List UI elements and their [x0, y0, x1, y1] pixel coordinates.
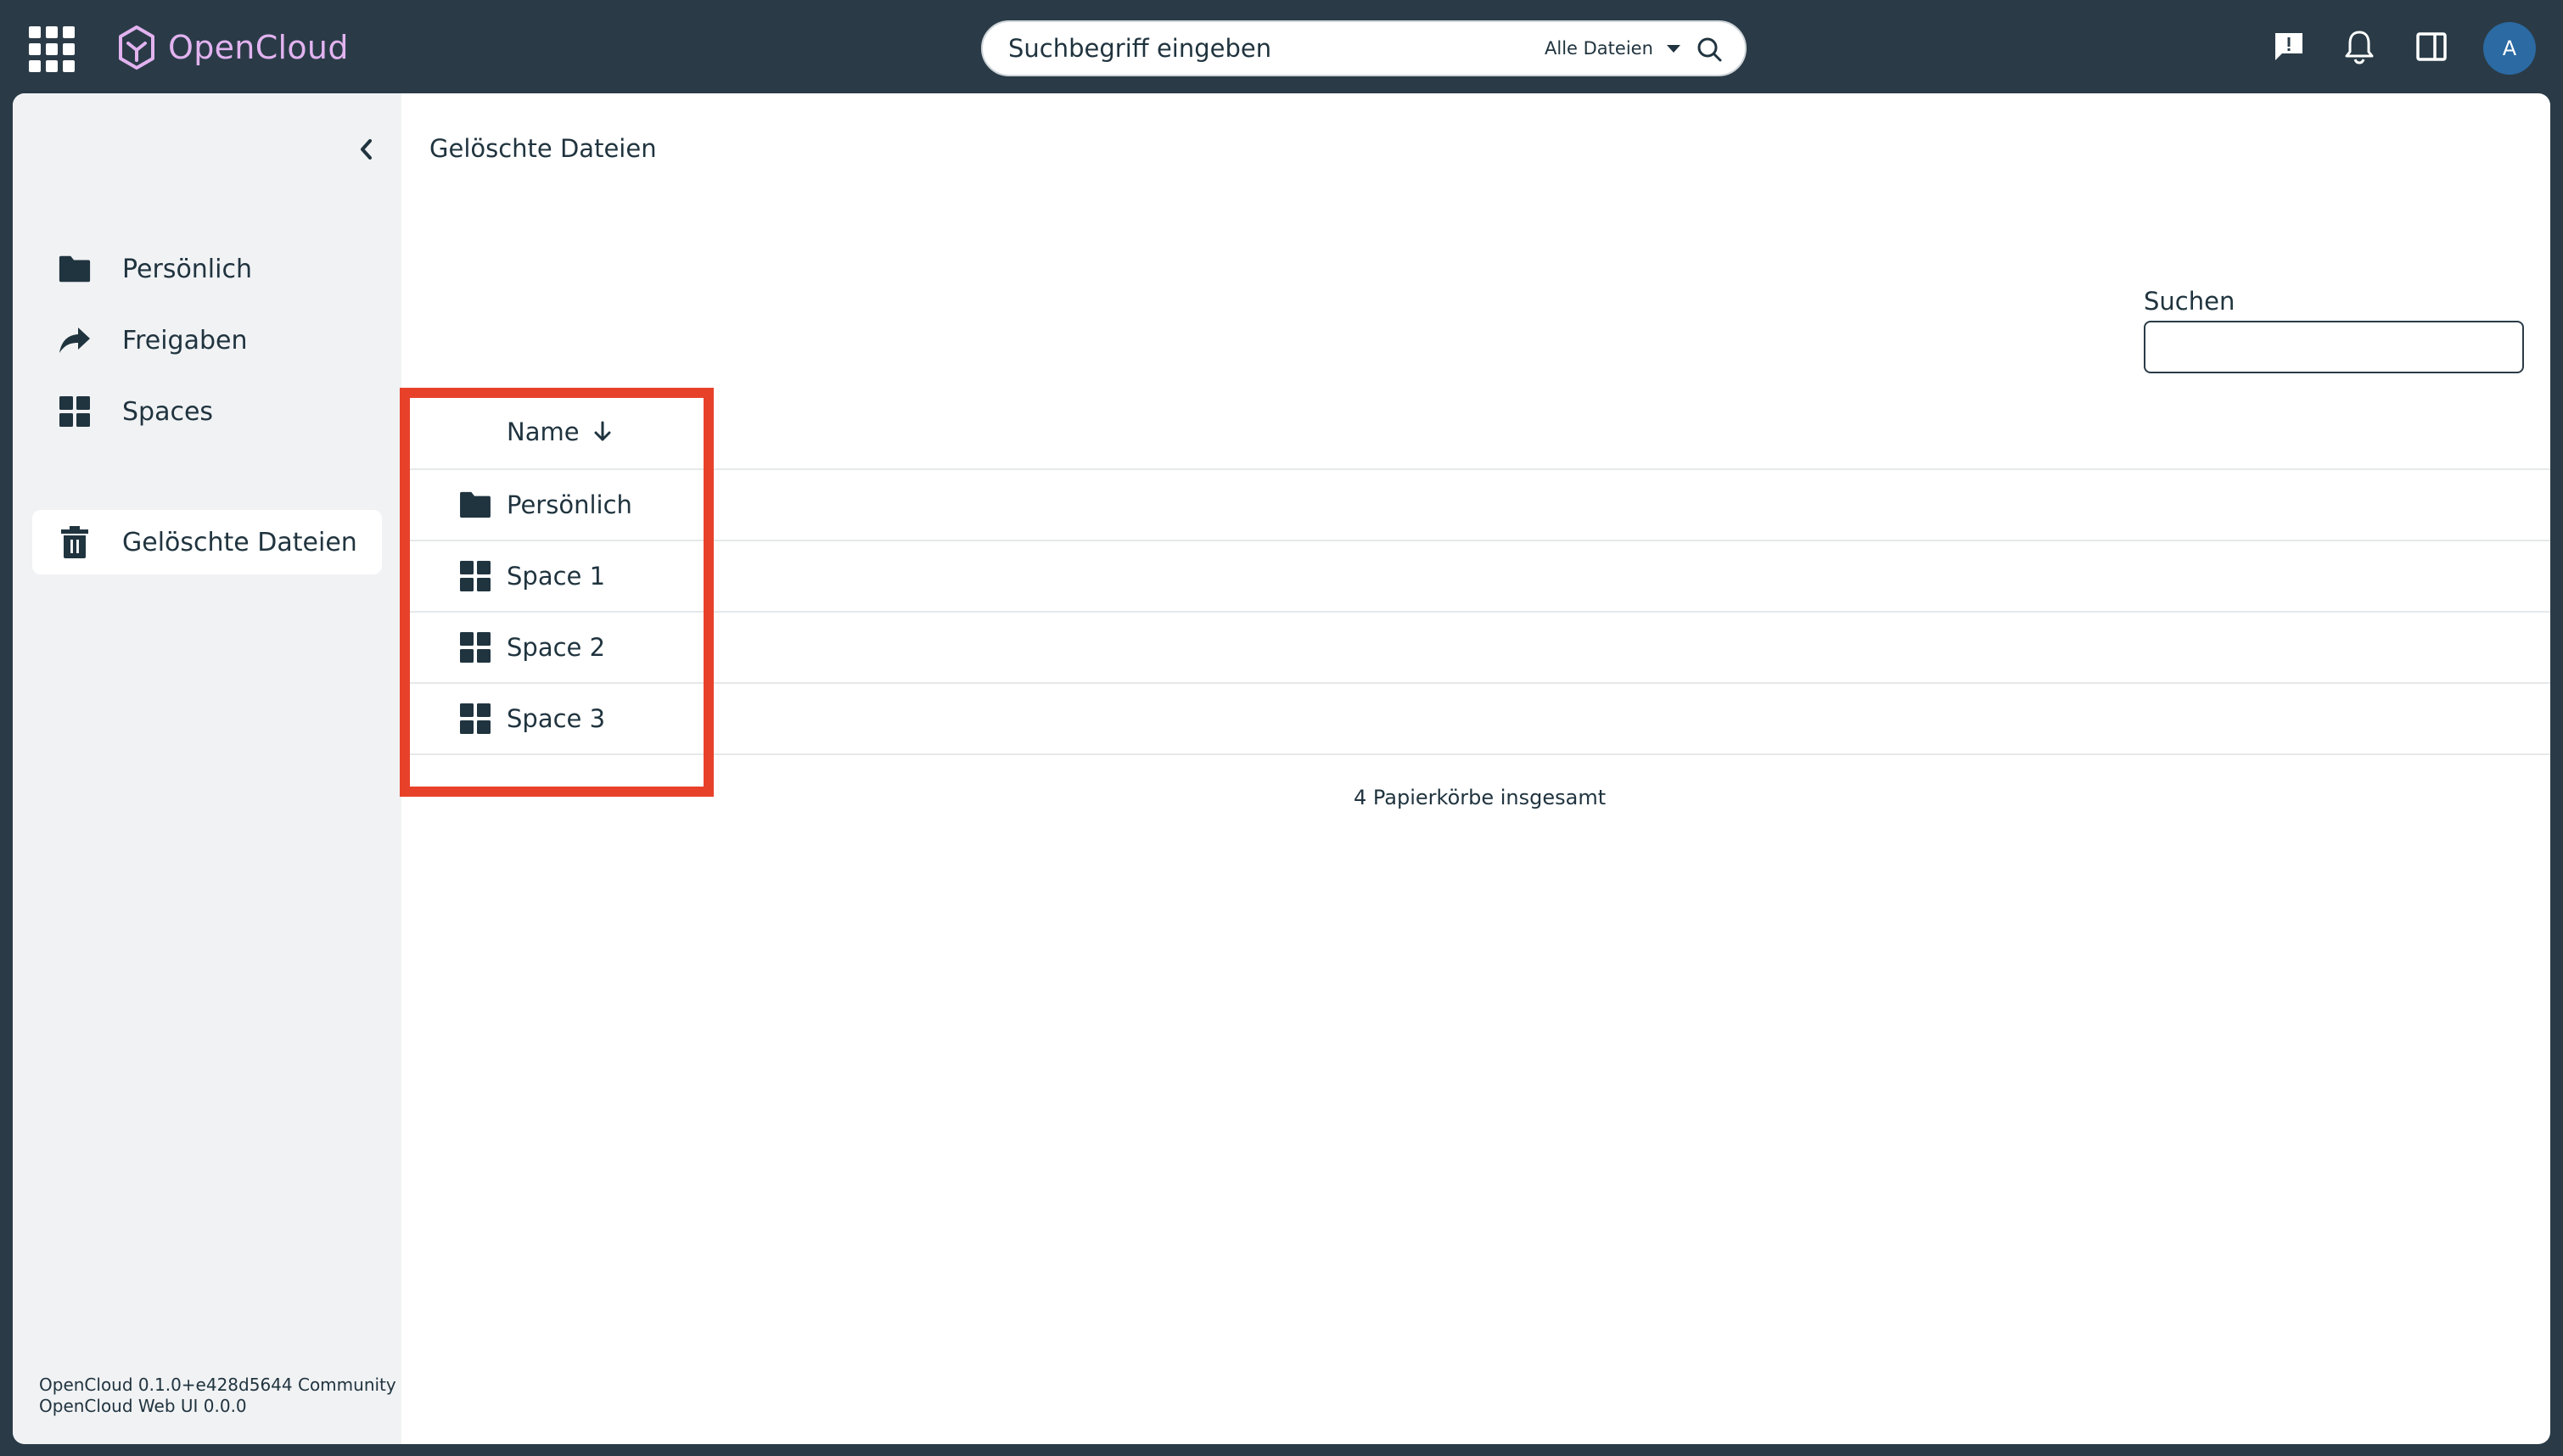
sidebar-toggle-icon[interactable] — [2412, 27, 2451, 66]
collapse-sidebar-button[interactable] — [351, 134, 381, 165]
version-line: OpenCloud Web UI 0.0.0 — [39, 1396, 247, 1416]
share-icon — [58, 323, 92, 357]
folder-icon — [58, 252, 92, 286]
app-switcher-icon[interactable] — [29, 26, 75, 72]
table-row[interactable]: Space 2 — [401, 613, 2550, 684]
breadcrumb[interactable]: Gelöschte Dateien — [429, 134, 657, 163]
table-footer-count: 4 Papierkörbe insgesamt — [1354, 786, 1607, 809]
sidebar-item-label: Persönlich — [122, 254, 252, 284]
sidebar-item-spaces[interactable]: Spaces — [32, 379, 382, 444]
search-scope-label: Alle Dateien — [1545, 38, 1653, 59]
table-row[interactable]: Space 3 — [401, 684, 2550, 755]
spaces-grid-icon — [457, 630, 493, 665]
sidebar-item-personal[interactable]: Persönlich — [32, 237, 382, 301]
spaces-grid-icon — [457, 701, 493, 736]
version-line: OpenCloud 0.1.0+e428d5644 Community — [39, 1375, 396, 1395]
filter-input[interactable] — [2144, 321, 2524, 373]
sidebar-item-trash[interactable]: Gelöschte Dateien — [32, 510, 382, 574]
spaces-grid-icon — [457, 558, 493, 594]
feedback-icon[interactable] — [2269, 27, 2308, 66]
column-header-name[interactable]: Name — [507, 417, 612, 446]
row-name[interactable]: Persönlich — [507, 490, 632, 519]
sidebar-item-label: Freigaben — [122, 325, 248, 356]
user-avatar[interactable]: A — [2483, 22, 2536, 75]
trash-table: Name Persönlich Space 1 Space 2 Space 3 — [401, 395, 2550, 755]
table-row[interactable]: Space 1 — [401, 541, 2550, 613]
column-header-label: Name — [507, 417, 580, 446]
bell-icon[interactable] — [2340, 27, 2379, 66]
row-name[interactable]: Space 2 — [507, 633, 605, 662]
table-row[interactable]: Persönlich — [401, 470, 2550, 541]
filter-label: Suchen — [2144, 287, 2235, 316]
avatar-initial: A — [2502, 36, 2517, 60]
chevron-left-icon — [361, 139, 372, 160]
table-header: Name — [401, 395, 2550, 470]
search-input[interactable]: Suchbegriff eingeben — [1008, 34, 1271, 63]
folder-icon — [457, 487, 493, 523]
brand-logo[interactable]: OpenCloud — [117, 24, 349, 71]
main-panel: Persönlich Freigaben Spaces Gelöschte Da… — [13, 93, 2550, 1444]
brand-name: OpenCloud — [168, 29, 349, 66]
sidebar: Persönlich Freigaben Spaces Gelöschte Da… — [13, 93, 401, 1444]
search-icon[interactable] — [1696, 36, 1723, 63]
sort-arrow-down-icon — [594, 421, 611, 441]
row-name[interactable]: Space 1 — [507, 562, 605, 591]
spaces-grid-icon — [58, 395, 92, 428]
global-search[interactable]: Suchbegriff eingeben Alle Dateien — [981, 20, 1747, 76]
sidebar-item-shares[interactable]: Freigaben — [32, 308, 382, 372]
top-bar: OpenCloud Suchbegriff eingeben Alle Date… — [0, 0, 2563, 93]
version-info: OpenCloud 0.1.0+e428d5644 Community Open… — [39, 1375, 396, 1417]
sidebar-item-label: Spaces — [122, 396, 214, 427]
search-scope-select[interactable]: Alle Dateien — [1545, 38, 1680, 59]
chevron-down-icon — [1666, 44, 1680, 53]
sidebar-item-label: Gelöschte Dateien — [122, 527, 357, 557]
opencloud-logo-icon — [119, 25, 154, 70]
trash-icon — [58, 525, 92, 559]
row-name[interactable]: Space 3 — [507, 704, 605, 733]
